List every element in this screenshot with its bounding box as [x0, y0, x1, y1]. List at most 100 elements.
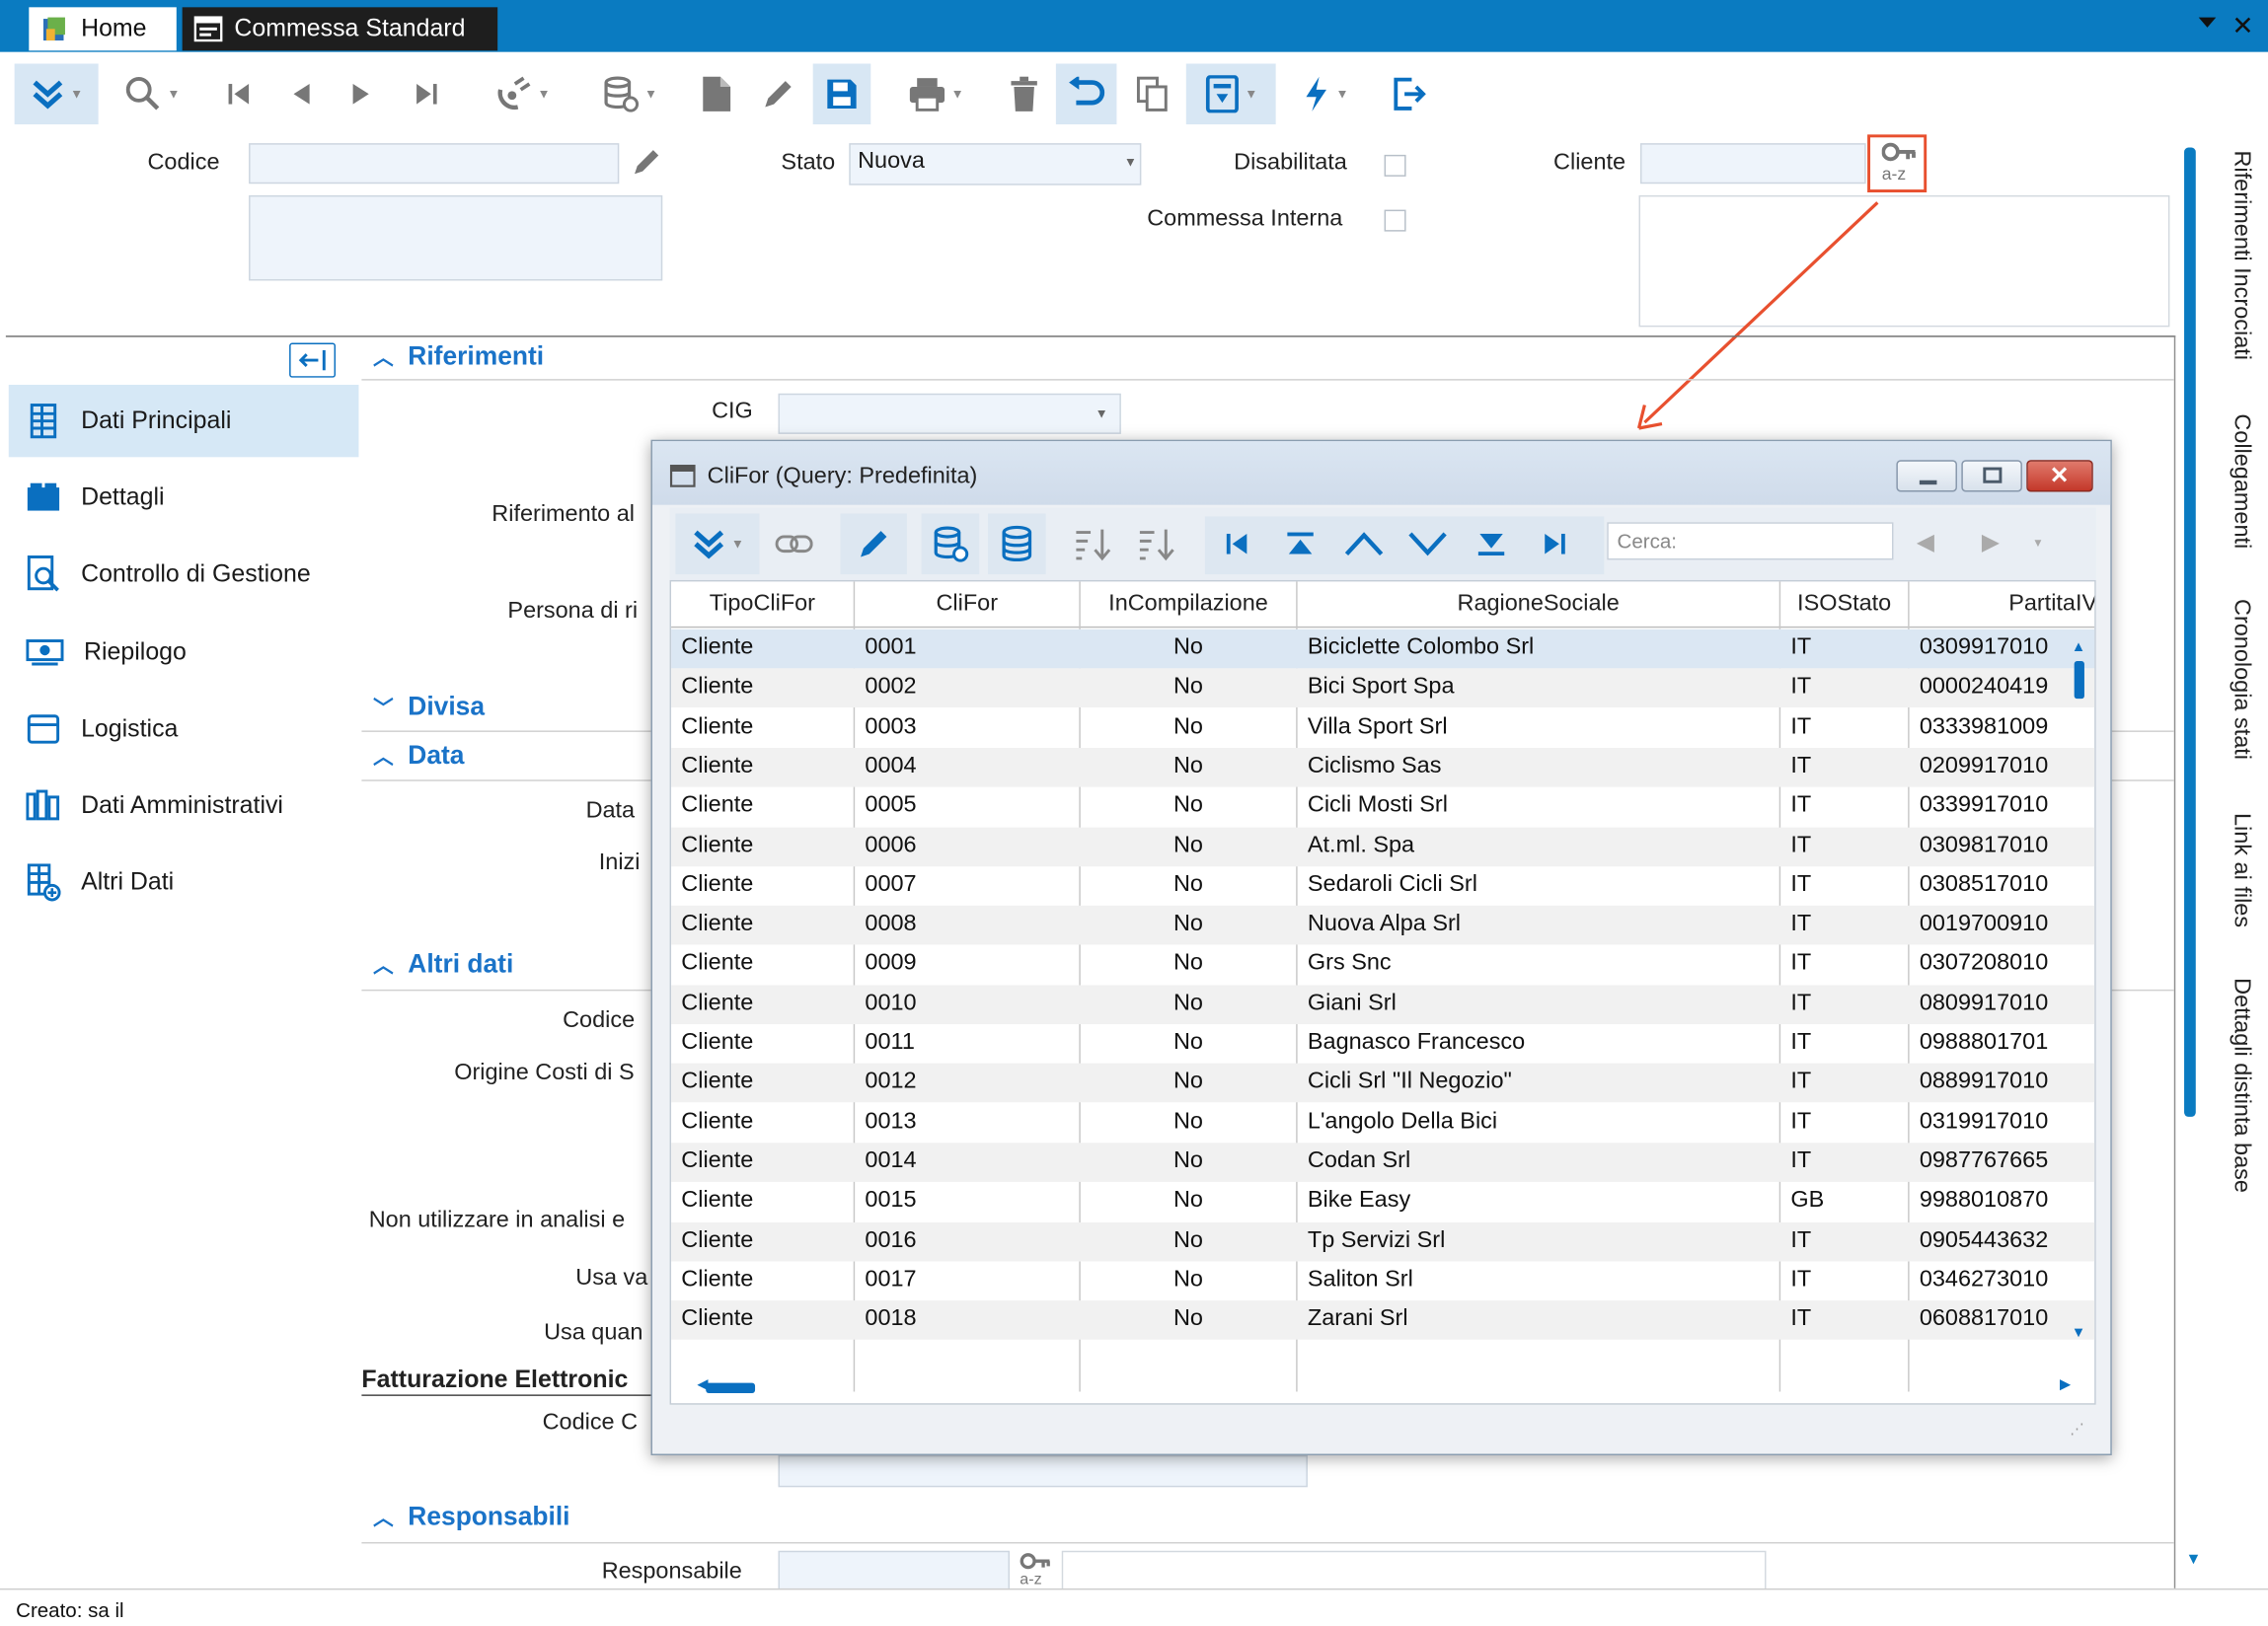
- responsabile-input[interactable]: [778, 1550, 1010, 1591]
- dialog-page-up-button[interactable]: [1271, 514, 1329, 575]
- dialog-database-button[interactable]: [988, 513, 1046, 575]
- delete-button[interactable]: [1001, 64, 1047, 125]
- table-row[interactable]: Cliente 0005 No Cicli Mosti Srl IT 0339917010: [671, 787, 2094, 827]
- table-row[interactable]: Cliente 0007 No Sedaroli Cicli Srl IT 0308517…: [671, 866, 2094, 906]
- sidebar-item-dati-principali[interactable]: Dati Principali: [8, 385, 359, 458]
- dialog-next-button[interactable]: [1399, 514, 1457, 575]
- tab-riferimenti-incrociati[interactable]: Riferimenti Incrociati: [2210, 150, 2253, 360]
- first-record-button[interactable]: [217, 64, 261, 125]
- maximize-button[interactable]: [1961, 460, 2022, 492]
- cliente-lookup-button[interactable]: a-z: [1867, 134, 1928, 193]
- column-header[interactable]: ISOStato: [1780, 581, 1908, 628]
- vertical-scrollbar[interactable]: [2184, 147, 2196, 1117]
- table-row[interactable]: Cliente 0014 No Codan Srl IT 0987767665: [671, 1143, 2095, 1182]
- section-divisa[interactable]: ﹀ Divisa: [373, 692, 485, 722]
- stato-select[interactable]: Nuova ▼: [849, 143, 1142, 185]
- search-button[interactable]: ▼: [115, 64, 188, 125]
- cig-select[interactable]: ▼: [778, 393, 1121, 434]
- sort-ascending-button[interactable]: [1063, 514, 1121, 575]
- commessa-interna-checkbox[interactable]: [1384, 209, 1406, 232]
- table-row[interactable]: Cliente 0017 No Saliton Srl IT 0346273010: [671, 1261, 2094, 1300]
- column-header[interactable]: TipoCliFor: [671, 581, 854, 628]
- tab-cronologia-stati[interactable]: Cronologia stati: [2210, 599, 2253, 760]
- close-icon[interactable]: ✕: [2231, 12, 2253, 42]
- table-row[interactable]: Cliente 0001 No Biciclette Colombo Srl IT 030…: [671, 628, 2095, 669]
- sidebar-item-logistica[interactable]: Logistica: [9, 693, 359, 765]
- prev-record-button[interactable]: [279, 64, 323, 125]
- last-record-button[interactable]: [405, 64, 448, 125]
- table-row[interactable]: Cliente 0018 No Zarani Srl IT 0608817010: [671, 1300, 2095, 1340]
- dialog-close-button[interactable]: ✕: [2026, 460, 2093, 492]
- search-options-icon[interactable]: ▼: [2032, 537, 2044, 550]
- new-button[interactable]: [692, 64, 741, 125]
- table-row[interactable]: Cliente 0002 No Bici Sport Spa IT 0000240419: [671, 668, 2095, 708]
- undo-button[interactable]: [1055, 63, 1117, 125]
- section-responsabili[interactable]: ︿ Responsabili: [373, 1502, 569, 1532]
- table-row[interactable]: Cliente 0010 No Giani Srl IT 0809917010: [671, 985, 2095, 1024]
- sidebar-item-dettagli[interactable]: Dettagli: [9, 462, 359, 534]
- section-data[interactable]: ︿ Data: [373, 741, 464, 772]
- sidebar-item-riepilogo[interactable]: Riepilogo: [9, 617, 359, 689]
- dialog-prev-button[interactable]: [1335, 514, 1394, 575]
- quick-actions-button[interactable]: ▼: [1284, 64, 1365, 125]
- tabs-dropdown-icon[interactable]: [2198, 17, 2217, 28]
- responsabile-description-input[interactable]: [1061, 1550, 1767, 1591]
- dialog-actions-button[interactable]: ▼: [675, 513, 760, 575]
- tab-link-ai-files[interactable]: Link ai files: [2210, 813, 2253, 927]
- dialog-first-button[interactable]: [1208, 514, 1266, 575]
- actions-menu-button[interactable]: ▼: [14, 63, 99, 125]
- print-button[interactable]: ▼: [894, 64, 978, 125]
- scroll-up-icon[interactable]: ▲: [2072, 639, 2086, 655]
- tab-home[interactable]: Home: [29, 7, 177, 51]
- cliente-input[interactable]: [1639, 143, 1866, 185]
- dialog-last-button[interactable]: [1526, 514, 1584, 575]
- table-row[interactable]: Cliente 0012 No Cicli Srl "Il Negozio" IT 088…: [671, 1064, 2095, 1103]
- tab-collegamenti[interactable]: Collegamenti: [2210, 413, 2253, 549]
- table-row[interactable]: Cliente 0011 No Bagnasco Francesco IT 0988801…: [671, 1024, 2094, 1064]
- tab-commessa-standard[interactable]: Commessa Standard: [182, 7, 498, 51]
- exit-button[interactable]: [1382, 64, 1437, 125]
- link-button[interactable]: [768, 514, 820, 575]
- column-header[interactable]: InCompilazione: [1081, 581, 1296, 628]
- next-record-button[interactable]: [340, 64, 383, 125]
- sidebar-item-altri-dati[interactable]: Altri Dati: [9, 847, 359, 919]
- copy-button[interactable]: [1128, 64, 1177, 125]
- table-row[interactable]: Cliente 0006 No At.ml. Spa IT 0309817010: [671, 826, 2095, 866]
- scroll-down-icon[interactable]: ▼: [2072, 1325, 2086, 1341]
- minimize-button[interactable]: [1896, 460, 1957, 492]
- section-altri-dati[interactable]: ︿ Altri dati: [373, 949, 513, 980]
- codice-input[interactable]: [249, 143, 620, 185]
- scroll-down-icon[interactable]: ▼: [2186, 1551, 2202, 1569]
- edit-button[interactable]: [754, 64, 803, 125]
- table-row[interactable]: Cliente 0016 No Tp Servizi Srl IT 0905443632: [671, 1221, 2095, 1261]
- column-header[interactable]: CliFor: [855, 581, 1079, 628]
- report-button[interactable]: ▼: [1185, 63, 1276, 125]
- codice-c-input[interactable]: [778, 1454, 1308, 1488]
- dialog-search-input[interactable]: Cerca:: [1607, 522, 1894, 560]
- dialog-edit-button[interactable]: [840, 513, 907, 575]
- sidebar-item-dati-amministrativi[interactable]: Dati Amministrativi: [9, 770, 359, 842]
- grid-horizontal-scroll-thumb[interactable]: [706, 1382, 756, 1393]
- collapse-sidebar-button[interactable]: [289, 342, 337, 378]
- column-header[interactable]: PartitaIV: [1910, 581, 2094, 628]
- dialog-database-search-button[interactable]: [921, 513, 980, 575]
- disabilitata-checkbox[interactable]: [1384, 154, 1406, 177]
- dialog-page-down-button[interactable]: [1463, 514, 1521, 575]
- dialog-titlebar[interactable]: CliFor (Query: Predefinita) ✕: [651, 441, 2111, 505]
- table-row[interactable]: Cliente 0009 No Grs Snc IT 0307208010: [671, 945, 2094, 985]
- satellite-button[interactable]: ▼: [482, 64, 563, 125]
- tab-dettagli-distinta-base[interactable]: Dettagli distinta base: [2210, 978, 2253, 1193]
- responsabile-lookup-button[interactable]: a-z: [1016, 1551, 1059, 1591]
- table-row[interactable]: Cliente 0015 No Bike Easy GB 9988010870: [671, 1182, 2094, 1221]
- section-riferimenti[interactable]: ︿ Riferimenti: [373, 341, 544, 372]
- codice-description-input[interactable]: [249, 194, 663, 281]
- sidebar-item-controllo-di-gestione[interactable]: Controllo di Gestione: [9, 538, 359, 610]
- table-row[interactable]: Cliente 0008 No Nuova Alpa Srl IT 0019700910: [671, 905, 2095, 945]
- table-row[interactable]: Cliente 0004 No Ciclismo Sas IT 0209917010: [671, 747, 2095, 787]
- save-button[interactable]: [812, 63, 871, 125]
- scroll-right-icon[interactable]: ▶: [2060, 1377, 2071, 1393]
- resize-grip-icon[interactable]: ⋰: [2070, 1422, 2084, 1438]
- column-header[interactable]: RagioneSociale: [1298, 581, 1779, 628]
- table-row[interactable]: Cliente 0013 No L'angolo Della Bici IT 031991…: [671, 1103, 2094, 1143]
- search-next-icon[interactable]: ▶: [1982, 528, 2000, 556]
